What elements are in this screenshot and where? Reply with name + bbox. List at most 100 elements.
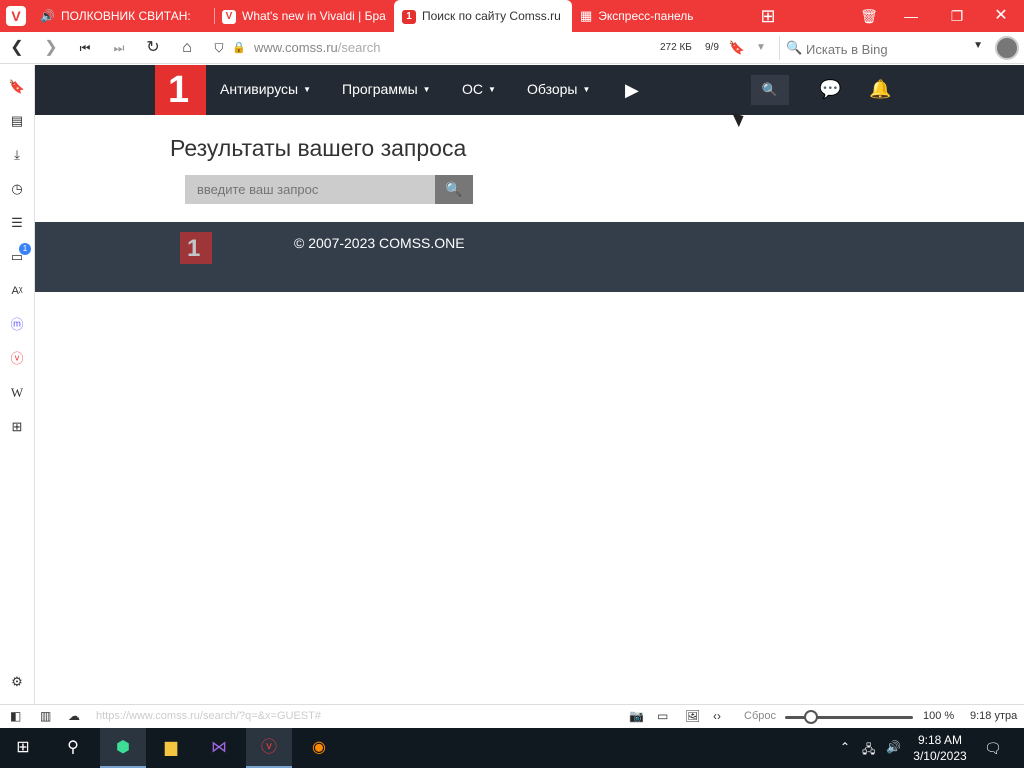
back-icon[interactable]: ❮ <box>6 38 28 58</box>
add-panel-icon[interactable]: ⊞ <box>8 418 26 436</box>
image-icon[interactable]: 🖼 <box>685 709 700 723</box>
copyright-text: © 2007-2023 COMSS.ONE <box>294 235 465 251</box>
search-icon: 🔍 <box>786 40 803 55</box>
speaker-icon[interactable]: 🔊 <box>40 9 55 23</box>
wikipedia-icon[interactable]: W <box>8 384 26 402</box>
clock-time: 9:18 AM <box>917 733 963 747</box>
firefox-icon[interactable]: ◉ <box>296 728 342 768</box>
menu-label: Антивирусы <box>220 81 299 97</box>
tab-label: Экспресс-панель <box>598 9 694 23</box>
notification-icon[interactable]: 🗨 <box>984 740 1002 757</box>
search-icon: 🔍 <box>761 82 779 97</box>
bell-icon[interactable]: 🔔 <box>869 79 891 100</box>
vivaldi-taskbar-icon[interactable]: ⓥ <box>246 728 292 768</box>
vivaldi-menu-icon[interactable]: V <box>6 6 26 26</box>
url-path: /search <box>337 40 381 55</box>
vivaldi-panel-icon[interactable]: ⓥ <box>8 350 26 368</box>
chevron-up-icon[interactable]: ⌃ <box>840 740 850 754</box>
fast-forward-icon[interactable]: ⏭ <box>108 38 130 58</box>
header-search-button[interactable]: 🔍 <box>751 75 789 105</box>
reading-list-icon[interactable]: ▤ <box>8 112 26 130</box>
lock-icon[interactable]: 🔒 <box>228 38 250 58</box>
rewind-icon[interactable]: ⏮ <box>74 38 96 58</box>
caret-down-icon: ▼ <box>422 85 431 94</box>
play-icon[interactable]: ▶ <box>625 80 639 101</box>
tiling-icon[interactable]: ▥ <box>40 709 51 723</box>
menu-label: Обзоры <box>527 81 578 97</box>
search-placeholder: Искать в Bing <box>806 42 888 57</box>
tab-label: ПОЛКОВНИК СВИТАН: <box>60 9 191 23</box>
address-bar: ❮ ❯ ⏮ ⏭ ↻ ⌂ ⛉ 🔒 www.comss.ru/search 272 … <box>0 32 1024 64</box>
url-field[interactable]: www.comss.ru/search <box>254 40 380 55</box>
tab-express-panel[interactable]: ▦ Экспресс-панель <box>580 0 750 32</box>
menu-reviews[interactable]: Обзоры ▼ <box>527 81 590 97</box>
vivaldi-icon: V <box>222 9 236 24</box>
windows-start-icon[interactable]: ⊞ <box>0 728 46 768</box>
caret-down-icon: ▼ <box>303 85 312 94</box>
bookmark-icon[interactable]: 🔖 <box>726 38 748 58</box>
status-bar: ◧ ▥ ☁ https://www.comss.ru/search/?q=&x=… <box>0 704 1024 728</box>
menu-os[interactable]: ОС ▼ <box>462 81 496 97</box>
volume-icon[interactable]: 🔊 <box>886 740 901 754</box>
menu-programs[interactable]: Программы ▼ <box>342 81 431 97</box>
trash-icon[interactable]: 🗑 <box>846 0 892 32</box>
zoom-reset-button[interactable]: Сброс <box>744 710 776 722</box>
taskbar-clock[interactable]: 9:18 AM 3/10/2023 <box>905 732 975 764</box>
downloads-icon[interactable]: ⤓ <box>8 146 26 164</box>
site-header: 1 Антивирусы ▼ Программы ▼ ОС ▼ Обзоры ▼ ▶ 🔍… <box>35 65 1024 115</box>
window-icon[interactable]: ▭ <box>657 709 668 723</box>
web-page: 1 Антивирусы ▼ Программы ▼ ОС ▼ Обзоры ▼ ▶ 🔍… <box>35 65 1024 705</box>
blocked-count[interactable]: 9/9 <box>705 42 719 53</box>
query-input[interactable] <box>185 175 435 204</box>
close-icon[interactable]: ✕ <box>978 0 1024 32</box>
home-icon[interactable]: ⌂ <box>176 38 198 58</box>
sync-cloud-icon[interactable]: ☁ <box>68 709 80 723</box>
menu-antivirus[interactable]: Антивирусы ▼ <box>220 81 311 97</box>
profile-avatar[interactable] <box>995 36 1019 60</box>
tab-polkovnik[interactable]: 🔊 ПОЛКОВНИК СВИТАН: <box>40 0 212 32</box>
notes-icon[interactable]: ☰ <box>8 214 26 232</box>
caret-down-icon: ▼ <box>582 85 591 94</box>
bookmarks-panel-icon[interactable]: 🔖 <box>8 78 26 96</box>
history-icon[interactable]: ◷ <box>8 180 26 198</box>
forward-icon[interactable]: ❯ <box>40 38 62 58</box>
clock-date: 3/10/2023 <box>913 749 967 763</box>
comss-icon: 1 <box>402 9 416 24</box>
network-icon[interactable]: 🖧 <box>862 740 875 761</box>
maximize-icon[interactable]: ❐ <box>934 0 980 32</box>
tab-vivaldi-news[interactable]: V What's new in Vivaldi | Бра <box>222 0 392 32</box>
tab-label: What's new in Vivaldi | Бра <box>242 9 386 23</box>
zoom-slider-handle[interactable] <box>804 710 818 724</box>
reload-icon[interactable]: ↻ <box>142 38 164 58</box>
comments-icon[interactable]: 💬 <box>819 79 841 100</box>
cube-app-icon[interactable]: ⬢ <box>100 728 146 768</box>
status-url: https://www.comss.ru/search/?q=&x=GUEST# <box>96 710 321 722</box>
minimize-icon[interactable]: — <box>888 0 934 32</box>
search-engine-field[interactable]: 🔍 Искать в Bing ▼ <box>779 36 989 60</box>
caret-down-icon: ▼ <box>488 85 496 94</box>
visual-studio-icon[interactable]: ⋈ <box>196 728 242 768</box>
translate-icon[interactable]: Aᵡ <box>8 282 26 300</box>
windows-taskbar: ⊞ ⚲ ⬢ ▆ ⋈ ⓥ ◉ ⌃ 🖧 🔊 9:18 AM 3/10/2023 🗨 <box>0 728 1024 768</box>
query-search-button[interactable]: 🔍 <box>435 175 473 204</box>
mastodon-icon[interactable]: ⓜ <box>8 316 26 334</box>
tab-comss-search[interactable]: 1 Поиск по сайту Comss.ru <box>394 0 572 32</box>
code-icon[interactable]: ‹› <box>713 709 721 723</box>
search-icon: 🔍 <box>445 181 463 197</box>
comss-logo[interactable]: 1 <box>155 65 206 115</box>
side-panel: 🔖 ▤ ⤓ ◷ ☰ ▭ 1 Aᵡ ⓜ ⓥ W ⊞ ⚙ <box>0 65 35 705</box>
panel-toggle-icon[interactable]: ◧ <box>10 709 21 723</box>
page-size: 272 КБ <box>660 42 692 53</box>
zoom-level: 100 % <box>923 710 955 722</box>
footer-logo[interactable]: 1 <box>180 232 212 264</box>
url-host: www.comss.ru <box>254 40 338 55</box>
shield-icon[interactable]: ⛉ <box>208 38 230 58</box>
new-tab-icon[interactable]: ⊞ <box>746 0 790 32</box>
camera-icon[interactable]: 📷 <box>629 709 644 723</box>
settings-gear-icon[interactable]: ⚙ <box>8 673 26 691</box>
site-footer: 1 © 2007-2023 COMSS.ONE <box>35 222 1024 292</box>
chevron-down-icon[interactable]: ▼ <box>973 40 983 51</box>
file-explorer-icon[interactable]: ▆ <box>148 728 194 768</box>
search-icon[interactable]: ⚲ <box>50 728 96 768</box>
dropdown-icon[interactable]: ▼ <box>750 38 772 58</box>
